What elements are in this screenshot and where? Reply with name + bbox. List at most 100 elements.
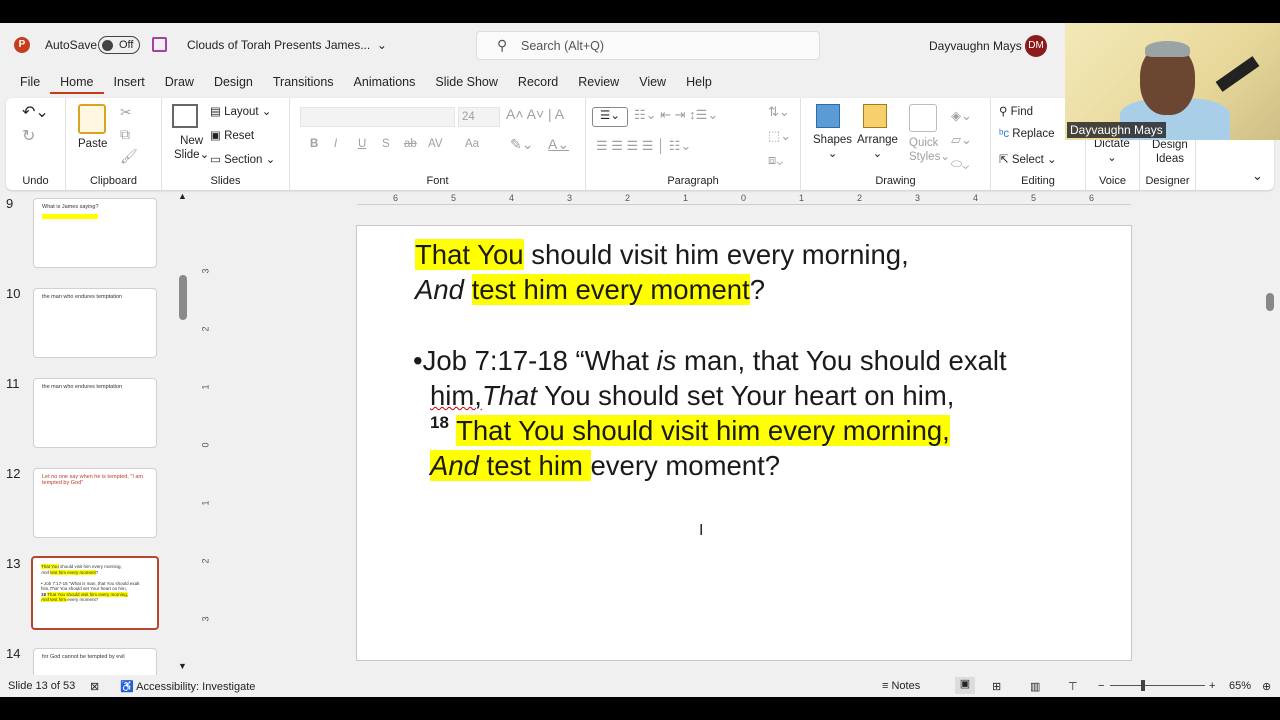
bold-button[interactable]: B (310, 138, 318, 150)
thumbnails-scrollbar[interactable] (179, 275, 187, 320)
paste-icon[interactable] (78, 104, 106, 134)
search-input[interactable]: ⚲ Search (Alt+Q) (476, 31, 820, 60)
avatar[interactable]: DM (1025, 35, 1047, 57)
new-slide-icon[interactable] (172, 104, 198, 128)
font-name-select[interactable] (300, 107, 455, 127)
autosave-toggle[interactable]: Off (98, 36, 140, 54)
designer-group-label: Designer (1145, 175, 1190, 187)
scroll-up-icon[interactable]: ▲ (178, 193, 187, 201)
slideshow-icon[interactable]: ⊤ (1068, 680, 1078, 693)
shape-format-icons[interactable]: ◈⌄ ▱⌄ ⬭⌄ (951, 104, 972, 176)
slide-count: Slide 13 of 53 (8, 680, 76, 692)
tab-help[interactable]: Help (676, 70, 722, 94)
zoom-out-button[interactable]: − (1098, 680, 1104, 692)
shadow-button[interactable]: S (382, 138, 390, 150)
select-button[interactable]: ⇱ Select ⌄ (999, 152, 1057, 166)
strikethrough-button[interactable]: ab (404, 138, 417, 150)
normal-view-icon[interactable]: ▣ (955, 677, 975, 694)
find-button[interactable]: ⚲ Find (999, 104, 1033, 118)
tab-review[interactable]: Review (568, 70, 629, 94)
italic-button[interactable]: I (334, 138, 337, 150)
underline-button[interactable]: U (358, 138, 366, 150)
document-title[interactable]: Clouds of Torah Presents James... ⌄ (187, 38, 387, 52)
reading-view-icon[interactable]: ▥ (1030, 680, 1040, 693)
cut-icon[interactable]: ✂ (120, 104, 132, 121)
zoom-in-button[interactable]: + (1209, 680, 1215, 692)
replace-button[interactable]: ᵇc Replace (999, 128, 1055, 140)
tab-draw[interactable]: Draw (155, 70, 204, 94)
design-ideas-button[interactable]: Design Ideas (1152, 138, 1188, 166)
notes-button[interactable]: ≡ Notes (882, 680, 920, 692)
tab-insert[interactable]: Insert (104, 70, 155, 94)
new-slide-button[interactable]: New Slide⌄ (174, 134, 209, 162)
smartart-icon[interactable]: ⧈⌄ (768, 152, 783, 168)
slide-thumbnail-10[interactable]: the man who endures temptation (33, 288, 157, 358)
reset-button[interactable]: ▣ Reset (210, 128, 254, 142)
slide-thumbnails-pane[interactable]: 9 What is James saying? 10 the man who e… (0, 193, 195, 675)
highlight-color-icon[interactable]: ✎⌄ (510, 136, 533, 153)
layout-button[interactable]: ▤ Layout ⌄ (210, 104, 271, 118)
quick-styles-button[interactable]: Quick Styles⌄ (909, 136, 950, 164)
ruler-tick-label: 0 (200, 442, 211, 448)
character-spacing-button[interactable]: AV (428, 138, 443, 150)
tab-design[interactable]: Design (204, 70, 263, 94)
quick-styles-icon[interactable] (909, 104, 937, 132)
webcam-cap (1145, 41, 1190, 57)
text-direction-icon[interactable]: ⇅⌄ (768, 104, 790, 120)
tab-animations[interactable]: Animations (344, 70, 426, 94)
tab-home[interactable]: Home (50, 70, 104, 94)
accessibility-button[interactable]: ♿ Accessibility: Investigate (120, 680, 255, 693)
webcam-overlay: Dayvaughn Mays (1065, 23, 1280, 140)
slide-thumbnail-13-selected[interactable]: That You should visit him every morning,… (31, 556, 159, 630)
slide-canvas[interactable]: That You should visit him every morning,… (356, 225, 1132, 661)
slide-thumbnail-9[interactable]: What is James saying? (33, 198, 157, 268)
powerpoint-window: P AutoSave Off Clouds of Torah Presents … (0, 23, 1280, 697)
new-slide-label-2: Slide (174, 149, 200, 161)
undo-icon[interactable]: ↶⌄ (22, 102, 49, 122)
slide-sorter-icon[interactable]: ⊞ (992, 680, 1001, 693)
tab-transitions[interactable]: Transitions (263, 70, 344, 94)
slide-thumbnail-12[interactable]: Let no one say when he is tempted, "I am… (33, 468, 157, 538)
search-placeholder: Search (Alt+Q) (521, 39, 605, 53)
ruler-tick-label: 6 (393, 193, 399, 203)
vertical-ruler: 3 2 1 0 1 2 3 (200, 228, 213, 658)
zoom-slider[interactable] (1110, 685, 1205, 686)
tab-file[interactable]: File (0, 70, 50, 94)
font-size-buttons[interactable]: A˄ A˅ | A (506, 106, 564, 122)
zoom-slider-thumb[interactable] (1141, 680, 1146, 691)
fit-to-window-icon[interactable]: ⊕ (1262, 680, 1271, 693)
paste-button[interactable]: Paste (78, 138, 107, 150)
font-color-icon[interactable]: A⌄ (548, 136, 569, 153)
zoom-level[interactable]: 65% (1229, 680, 1251, 692)
change-case-button[interactable]: Aa (465, 138, 479, 150)
section-button[interactable]: ▭ Section ⌄ (210, 152, 275, 166)
dictate-button[interactable]: Dictate ⌄ (1094, 138, 1130, 164)
slide-scrollbar[interactable] (1266, 293, 1274, 311)
arrange-button[interactable]: Arrange ⌄ (857, 134, 898, 160)
format-painter-icon[interactable]: 🖌 (120, 148, 138, 165)
ruler-tick-label: 1 (200, 384, 211, 390)
slide-thumbnail-11[interactable]: the man who endures temptation (33, 378, 157, 448)
redo-icon[interactable]: ↻ (22, 126, 35, 146)
arrange-icon[interactable] (863, 104, 887, 128)
scroll-down-icon[interactable]: ▼ (178, 661, 187, 671)
tab-view[interactable]: View (629, 70, 676, 94)
shapes-button[interactable]: Shapes ⌄ (813, 134, 852, 160)
align-text-icon[interactable]: ⬚⌄ (768, 128, 791, 144)
alignment-icons[interactable]: ☰ ☰ ☰ ☰ │ ☷⌄ (596, 138, 691, 154)
collapse-ribbon-icon[interactable]: ⌄ (1252, 168, 1263, 184)
tab-slide-show[interactable]: Slide Show (425, 70, 508, 94)
copy-icon[interactable]: ⧉ (120, 126, 130, 143)
font-size-select[interactable]: 24 (458, 107, 500, 127)
save-icon[interactable] (152, 37, 167, 52)
ruler-tick-label: 5 (451, 193, 457, 203)
bullets-button[interactable]: ☰⌄ (592, 107, 628, 127)
text-cursor-icon: Ι (699, 522, 704, 539)
user-name[interactable]: Dayvaughn Mays (929, 39, 1022, 53)
slide-thumbnail-14[interactable]: for God cannot be tempted by evil (33, 648, 157, 675)
numbering-and-indent-icons[interactable]: ☷⌄ ⇤ ⇥ ↕☰⌄ (634, 107, 718, 123)
shapes-icon[interactable] (816, 104, 840, 128)
search-icon: ⚲ (999, 106, 1008, 118)
tab-record[interactable]: Record (508, 70, 568, 94)
spelling-icon[interactable]: ⊠ (90, 680, 99, 693)
